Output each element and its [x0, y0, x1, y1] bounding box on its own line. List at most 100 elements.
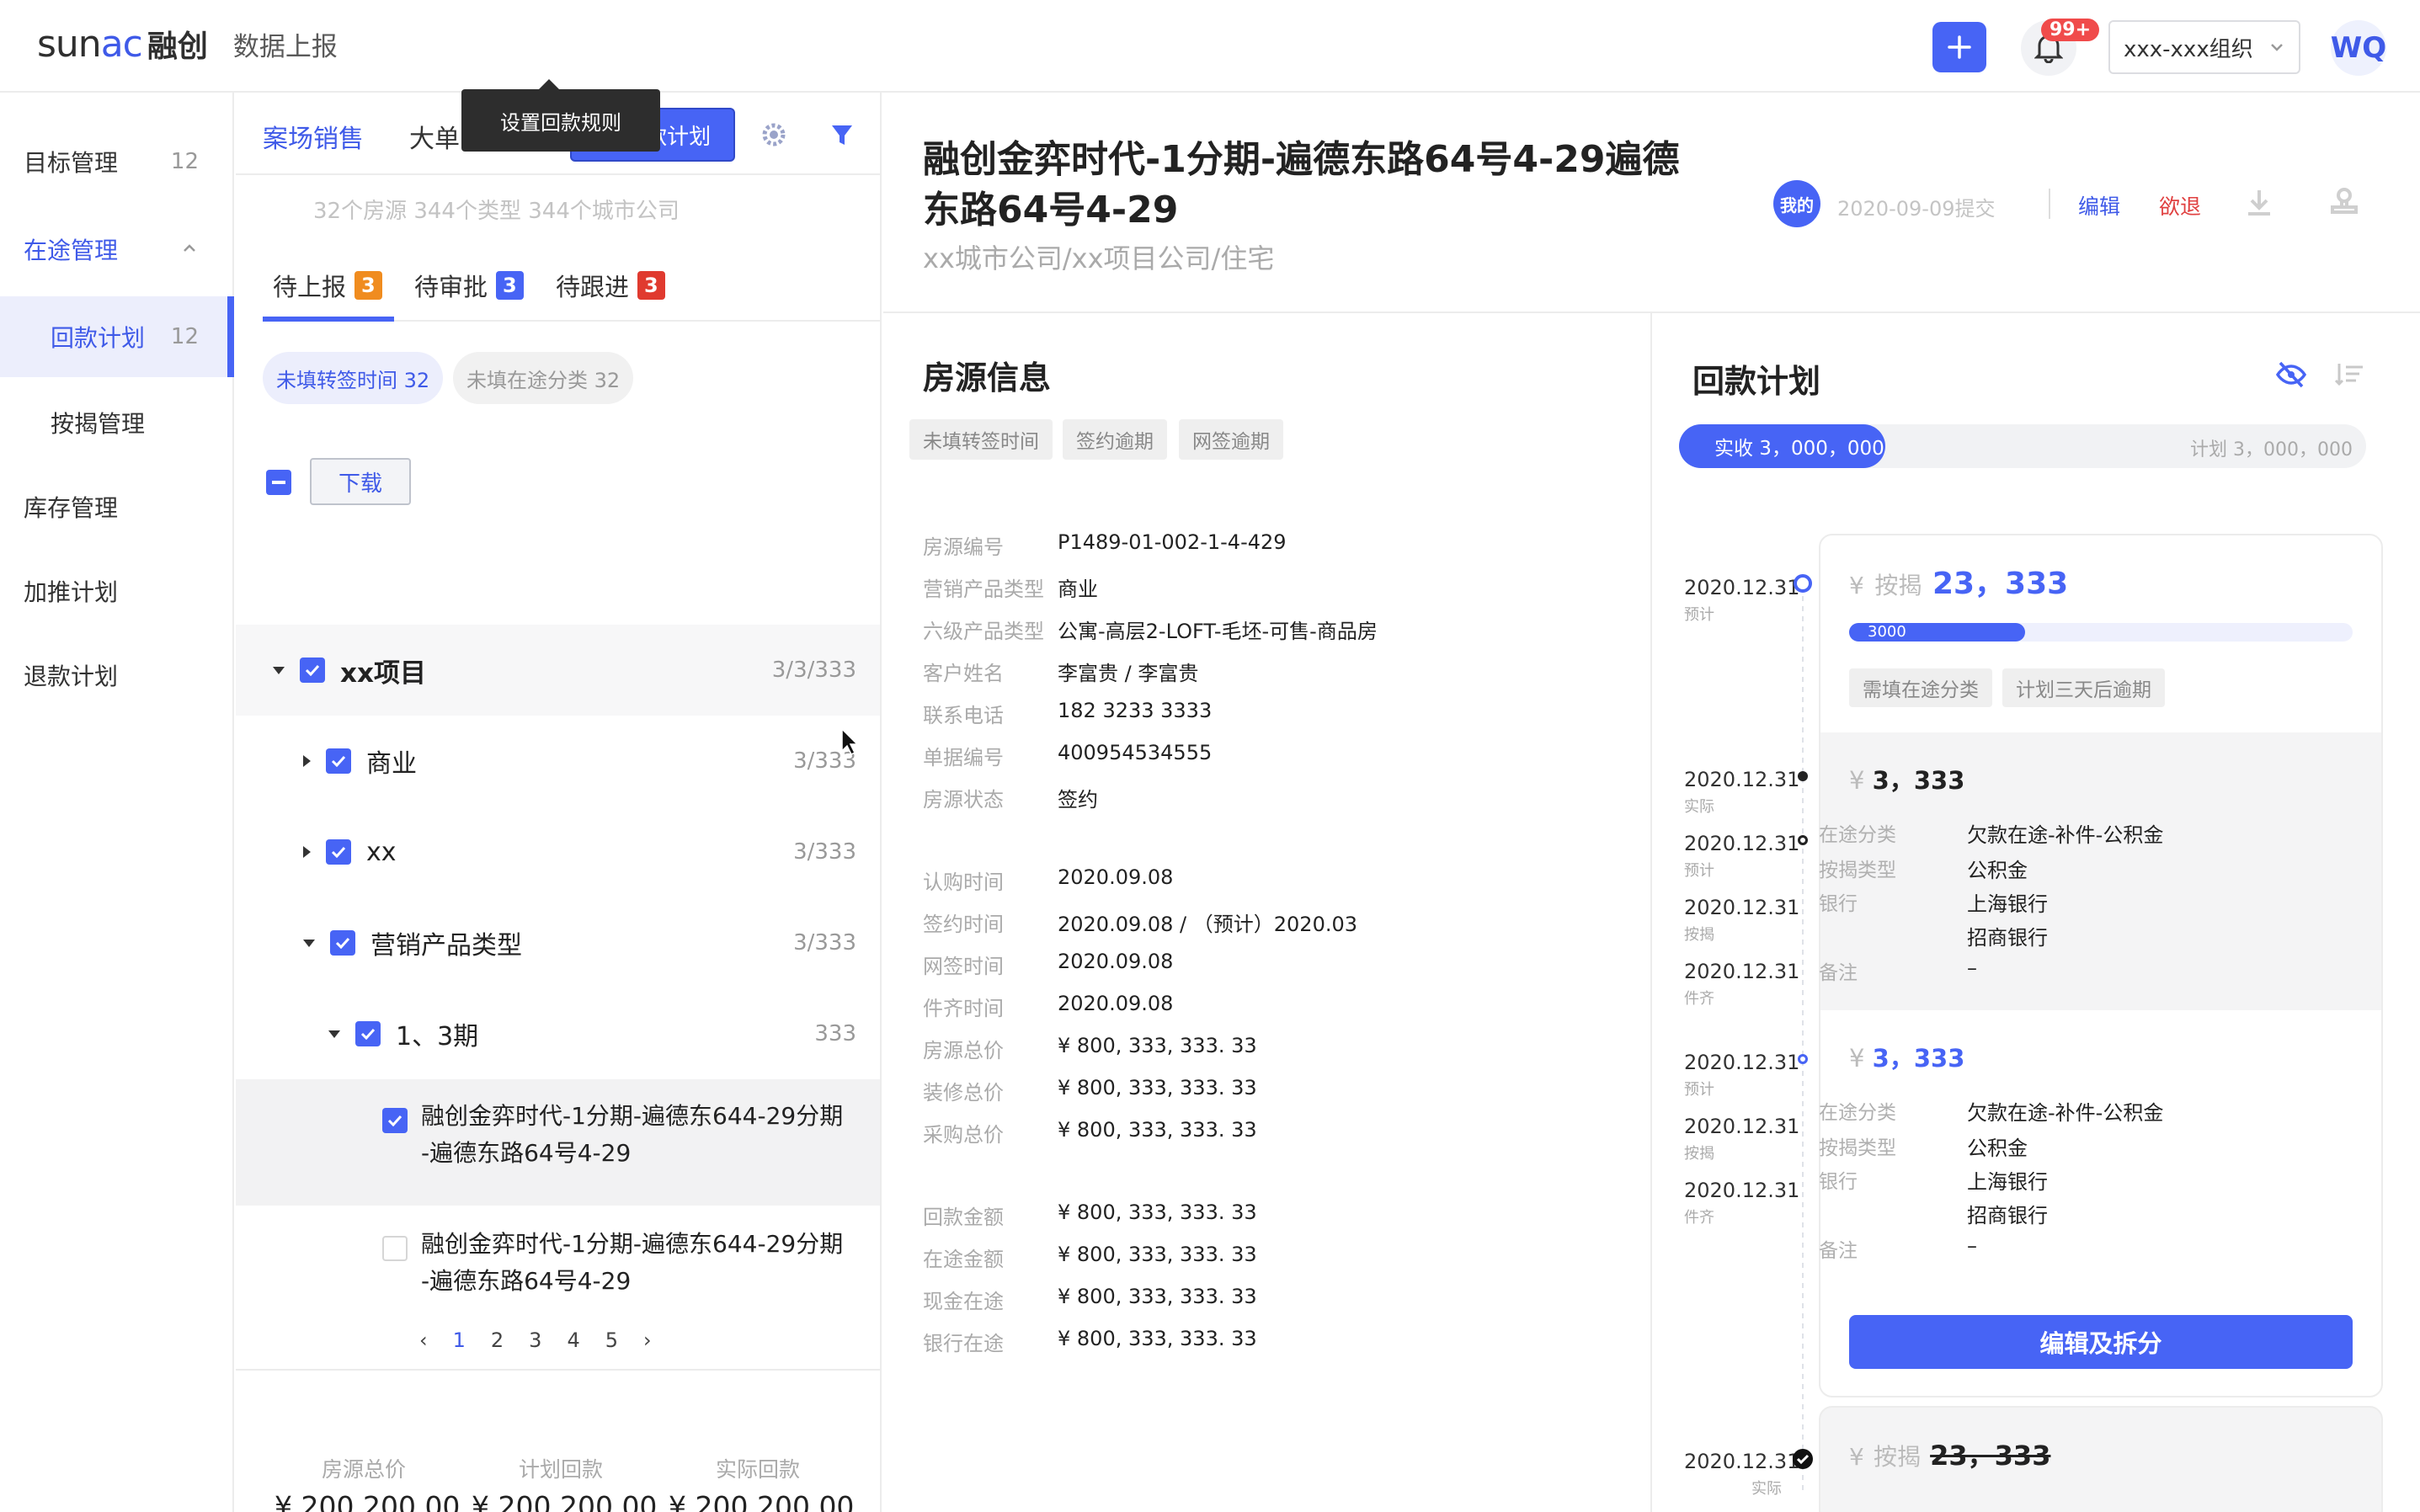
minus-icon [272, 481, 285, 484]
edit-split-button[interactable]: 编辑及拆分 [1849, 1315, 2353, 1369]
download-icon[interactable] [2245, 187, 2273, 217]
app-title: 数据上报 [232, 31, 338, 62]
field-value: ¥ 800, 333, 333. 33 [1058, 1285, 1257, 1308]
payment-plan-title: 回款计划 [1692, 363, 1821, 400]
gear-icon[interactable] [760, 120, 788, 149]
timeline-kind: 实际 [1751, 1480, 1782, 1498]
page-4[interactable]: 4 [567, 1328, 579, 1352]
list-item[interactable]: 融创金弈时代-1分期-遍德东644-29分期 -遍德东路64号4-29 [236, 1207, 880, 1334]
field-value: 招商银行 [1967, 926, 2048, 950]
checkbox-checked[interactable] [355, 1021, 381, 1046]
plan-mini-progress: 3000 [1849, 623, 2353, 642]
list-item-text: 融创金弈时代-1分期-遍德东644-29分期 -遍德东路64号4-29 [421, 1226, 843, 1300]
summary-value: ¥ 200,200,00 [669, 1490, 855, 1512]
field-value: 签约 [1058, 788, 1098, 812]
eye-off-icon[interactable] [2275, 360, 2307, 389]
tree-count: 3/333 [793, 839, 856, 865]
block-amount: ¥ 3，333 [1849, 766, 1965, 795]
nav-item-refund-plan[interactable]: 退款计划 [0, 635, 234, 716]
nav-item-transit[interactable]: 在途管理 [0, 209, 234, 290]
tab-onsite-sales[interactable]: 案场销售 [263, 118, 364, 155]
subtab-label: 待跟进 [556, 273, 630, 301]
subtab-to-report[interactable]: 待上报 3 [273, 268, 382, 303]
check-icon [387, 1115, 402, 1126]
summary-label: 实际回款 [716, 1457, 801, 1482]
field-value: – [1967, 956, 1977, 980]
page-1[interactable]: 1 [453, 1328, 466, 1352]
house-info-title: 房源信息 [923, 359, 1052, 397]
checkbox-checked[interactable] [326, 748, 351, 774]
timeline-kind: 预计 [1684, 1081, 1714, 1099]
caret-right-icon[interactable] [303, 846, 311, 858]
nav-item-push-plan[interactable]: 加推计划 [0, 551, 234, 631]
caret-right-icon[interactable] [303, 755, 311, 767]
tree-row[interactable]: 营销产品类型 3/333 [236, 897, 880, 988]
checkbox-checked[interactable] [330, 930, 355, 956]
filter-icon[interactable] [830, 123, 854, 148]
timeline-date: 2020.12.31 [1684, 1051, 1800, 1074]
field-value: ¥ 800, 333, 333. 33 [1058, 1327, 1257, 1350]
active-subtab-indicator [263, 317, 394, 322]
tree-row[interactable]: xx项目 3/3/333 [236, 625, 880, 716]
checkbox-checked[interactable] [326, 839, 351, 865]
subtab-label: 待审批 [414, 273, 488, 301]
edit-link[interactable]: 编辑 [2078, 190, 2120, 221]
tree-label: 营销产品类型 [370, 931, 522, 961]
checkbox-checked[interactable] [300, 658, 325, 683]
summary-divider [236, 1369, 880, 1371]
timeline-dot [1798, 1054, 1808, 1064]
plan-kind: 按揭 [1873, 1443, 1921, 1471]
status-tag: 未填转签时间 [909, 419, 1053, 460]
sort-icon[interactable] [2334, 362, 2364, 387]
plan-amount-value: 23，333 [1930, 1440, 2051, 1472]
caret-down-icon[interactable] [303, 939, 315, 947]
tab-large-order[interactable]: 大单 [409, 118, 460, 155]
timeline-dot [1794, 574, 1812, 593]
prev-page-icon[interactable]: ‹ [419, 1328, 428, 1352]
filter-chip-transit-category[interactable]: 未填在途分类 32 [453, 352, 634, 404]
field-value: 欠款在途-补件-公积金 [1967, 1101, 2164, 1125]
page-5[interactable]: 5 [605, 1328, 618, 1352]
nav-item-inventory[interactable]: 库存管理 [0, 466, 234, 547]
next-page-icon[interactable]: › [643, 1328, 652, 1352]
caret-down-icon[interactable] [328, 1030, 340, 1038]
nav-item-payment-plan[interactable]: 回款计划 12 [0, 296, 234, 377]
select-all-checkbox[interactable] [266, 470, 291, 495]
caret-down-icon[interactable] [273, 666, 285, 674]
timeline-date: 2020.12.31 [1684, 1115, 1800, 1138]
field-value: 2020.09.08 [1058, 950, 1174, 973]
filter-chip-transfer-time[interactable]: 未填转签时间 32 [263, 352, 444, 404]
user-avatar[interactable]: WQ [2331, 20, 2386, 76]
field-label: 在途分类 [1819, 824, 1896, 846]
add-button[interactable] [1932, 22, 1986, 72]
timeline-date: 2020.12.31 [1684, 576, 1800, 599]
nav-item-mortgage[interactable]: 按揭管理 [0, 382, 234, 463]
return-link[interactable]: 欲退 [2159, 190, 2201, 221]
check-icon [305, 664, 320, 676]
plan-kind: 按揭 [1874, 572, 1922, 599]
block-amount-value: 3，333 [1872, 1044, 1965, 1073]
subtab-to-follow[interactable]: 待跟进 3 [556, 268, 665, 303]
logo-mark: sunac [37, 22, 143, 66]
tree-row[interactable]: 商业 3/333 [236, 716, 880, 807]
stamp-icon[interactable] [2329, 187, 2359, 217]
page-3[interactable]: 3 [529, 1328, 541, 1352]
list-item-selected[interactable]: 融创金弈时代-1分期-遍德东644-29分期 -遍德东路64号4-29 [236, 1079, 880, 1206]
tree-row[interactable]: 1、3期 333 [236, 988, 880, 1079]
page-2[interactable]: 2 [491, 1328, 504, 1352]
count-badge: 3 [637, 271, 665, 300]
tree-row[interactable]: xx 3/333 [236, 807, 880, 897]
field-label: 房源状态 [923, 788, 1004, 812]
nav-item-target[interactable]: 目标管理 12 [0, 121, 234, 202]
org-select[interactable]: xxx-xxx组织 [2108, 20, 2300, 74]
checkbox-unchecked[interactable] [382, 1236, 408, 1261]
status-tag: 签约逾期 [1063, 419, 1167, 460]
field-label: 在途金额 [923, 1248, 1004, 1271]
timeline-dot [1798, 771, 1808, 781]
checkbox-checked[interactable] [382, 1108, 408, 1133]
detail-title-line: 融创金弈时代-1分期-遍德东路64号4-29遍德 [923, 138, 1680, 181]
field-value: 2020.09.08 [1058, 865, 1174, 889]
subtab-to-approve[interactable]: 待审批 3 [414, 268, 524, 303]
download-button[interactable]: 下载 [310, 458, 411, 505]
field-label: 房源编号 [923, 535, 1004, 559]
